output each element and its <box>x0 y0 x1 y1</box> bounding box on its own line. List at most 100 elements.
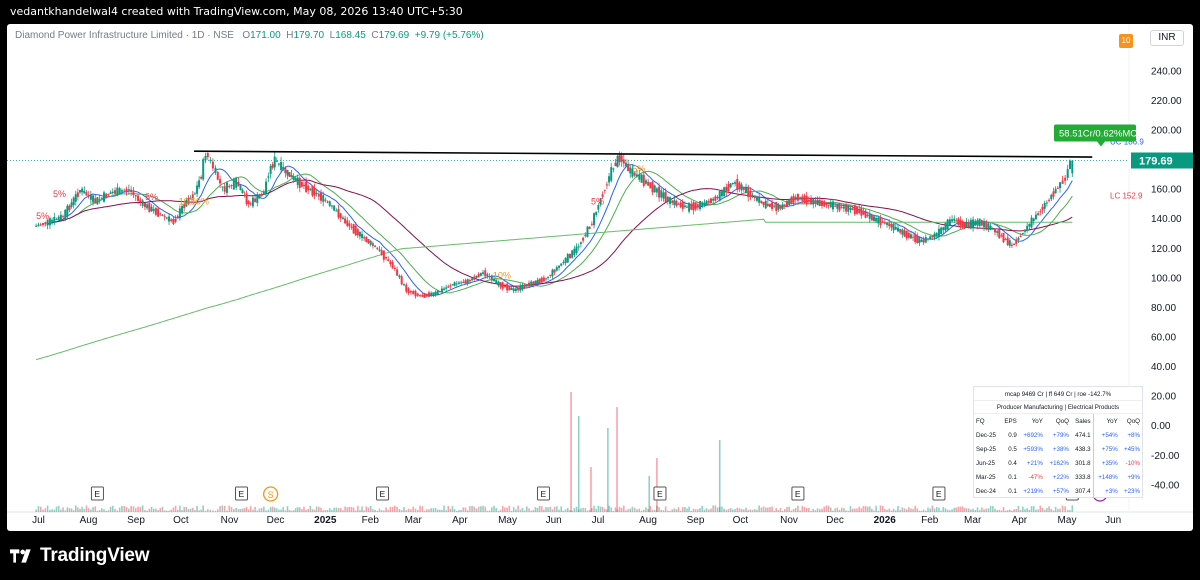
volume-bar <box>486 510 489 512</box>
table-cell: +35% <box>1092 456 1120 470</box>
volume-bar <box>134 507 137 512</box>
candle-body <box>517 287 520 291</box>
candle-body <box>969 219 972 229</box>
volume-bar <box>221 505 224 512</box>
x-tick-label: Sep <box>127 515 145 526</box>
volume-bar <box>812 508 815 512</box>
volume-bar <box>553 506 556 512</box>
candle-body <box>382 250 385 260</box>
candle-body <box>256 194 259 203</box>
volume-bar <box>877 510 880 512</box>
candle-body <box>834 205 837 207</box>
candle-body <box>740 184 743 191</box>
volume-bar <box>860 508 863 512</box>
candle-body <box>821 200 824 206</box>
candle-body <box>1017 237 1020 241</box>
candle-body <box>396 269 399 276</box>
volume-bar <box>219 506 221 512</box>
volume-bar <box>908 507 910 512</box>
volume-bar <box>189 508 192 512</box>
volume-bar <box>603 508 606 512</box>
candle-body <box>690 203 693 210</box>
volume-bar <box>187 509 190 512</box>
candle-body <box>1066 169 1069 178</box>
candle-body <box>344 218 347 224</box>
x-tick-label: Jun <box>546 515 562 526</box>
earnings-marker-label: E <box>795 489 801 499</box>
volume-bar <box>734 509 736 512</box>
volume-bar <box>595 508 598 512</box>
candle-body <box>148 202 151 213</box>
volume-bar <box>758 505 760 512</box>
currency-button[interactable]: INR <box>1150 30 1184 46</box>
volume-bar <box>324 510 327 512</box>
candle-body <box>181 206 184 214</box>
volume-bar <box>92 507 94 512</box>
volume-bar <box>90 509 92 512</box>
volume-bar <box>810 510 812 512</box>
candle-body <box>961 220 964 227</box>
candle-body <box>888 223 891 227</box>
volume-spike <box>718 440 721 512</box>
volume-bar <box>959 506 962 512</box>
candle-body <box>886 222 889 225</box>
volume-bar <box>888 508 891 512</box>
candle-body <box>764 200 767 209</box>
candle-body <box>716 196 719 199</box>
volume-bar <box>551 509 554 512</box>
volume-bar <box>460 509 462 512</box>
x-tick-label: Apr <box>1012 515 1028 526</box>
tradingview-logo[interactable]: TradingView <box>10 545 150 567</box>
chart-panel[interactable]: 260.00240.00220.00200.00180.00160.00140.… <box>7 24 1193 531</box>
candle-body <box>221 186 224 188</box>
volume-bar <box>501 505 504 512</box>
volume-bar <box>425 509 428 512</box>
volume-bar <box>864 506 867 512</box>
candle-body <box>378 249 381 251</box>
candle-body <box>337 209 340 218</box>
y-tick-label: 20.00 <box>1151 392 1176 403</box>
volume-bar <box>254 506 256 512</box>
candle-body <box>805 195 808 204</box>
volume-bar <box>346 507 349 512</box>
candle-body <box>1043 202 1046 209</box>
fundamentals-table: mcap 9469 Cr | ff 649 Cr | roe -142.7% P… <box>973 386 1143 498</box>
candle-body <box>363 237 366 239</box>
volume-bar <box>992 506 994 512</box>
volume-bar <box>773 510 775 512</box>
volume-bar <box>584 508 587 512</box>
volume-bar <box>978 510 981 512</box>
candle-body <box>198 180 201 188</box>
candle-body <box>542 277 545 282</box>
candle-body <box>847 205 850 212</box>
volume-bar <box>393 505 396 512</box>
volume-bar <box>480 506 482 512</box>
candle-body <box>369 240 372 245</box>
volume-bar <box>580 508 582 512</box>
volume-bar <box>684 507 686 512</box>
volume-bar <box>342 510 344 512</box>
candle-body <box>1028 223 1031 227</box>
candle-body <box>214 167 217 173</box>
candle-body <box>883 222 886 224</box>
candle-body <box>899 229 902 233</box>
volume-bar <box>799 510 801 512</box>
volume-bar <box>83 508 86 512</box>
change-value: +9.79 (+5.76%) <box>414 30 484 41</box>
candle-body <box>315 192 318 195</box>
volume-spike <box>607 428 609 512</box>
candle-body <box>230 185 233 187</box>
candle-body <box>44 222 47 225</box>
volume-bar <box>845 510 847 512</box>
volume-bar <box>1035 509 1037 512</box>
volume-bar <box>586 510 589 512</box>
volume-bar <box>816 508 819 512</box>
volume-bar <box>1024 509 1026 512</box>
volume-bar <box>916 508 919 512</box>
candle-body <box>223 186 226 192</box>
volume-bar <box>352 507 355 512</box>
volume-bar <box>239 509 242 512</box>
indicator-badge[interactable]: 10 <box>1119 34 1133 48</box>
volume-bar <box>1054 506 1057 512</box>
candle-body <box>57 216 60 221</box>
